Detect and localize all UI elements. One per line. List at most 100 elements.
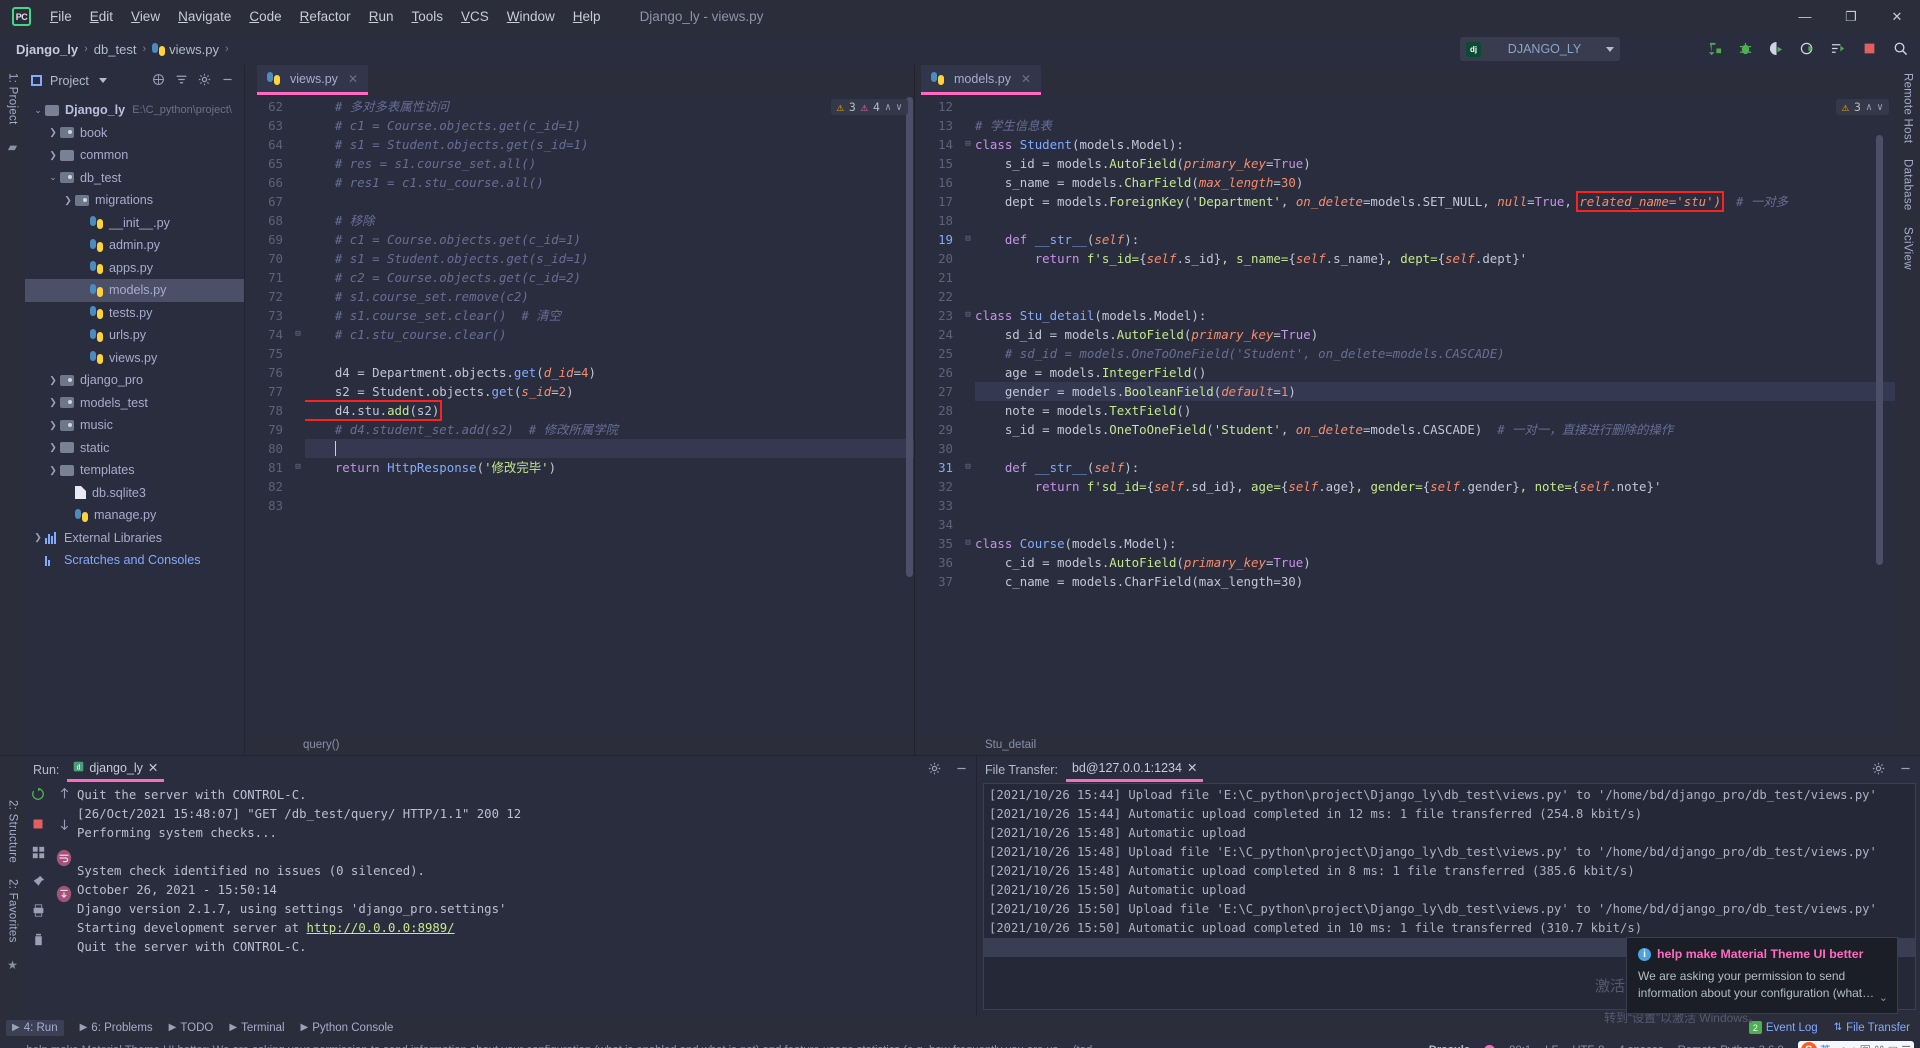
editor-scrollbar-right[interactable] (1876, 135, 1883, 565)
ime-mode[interactable]: 英 (1820, 1042, 1831, 1048)
fold-marker-icon[interactable]: ⊟ (291, 325, 305, 344)
ime-icon-5[interactable]: ⌘ (1874, 1044, 1885, 1048)
code-line[interactable]: class Course(models.Model): (975, 534, 1895, 553)
tool-button-event-log[interactable]: 2 Event Log (1748, 1021, 1818, 1034)
ime-icon-3[interactable]: ◑ (1850, 1044, 1857, 1048)
run-configuration-selector[interactable]: dj DJANGO_LY (1460, 37, 1620, 61)
debug-icon[interactable] (1735, 38, 1755, 58)
menu-refactor[interactable]: Refactor (291, 5, 360, 28)
tree-item-music[interactable]: ❯ music (25, 414, 244, 437)
run-icon[interactable] (1704, 38, 1724, 58)
close-icon[interactable]: ✕ (148, 760, 158, 775)
tree-item-common[interactable]: ❯ common (25, 144, 244, 167)
inspection-widget-left[interactable]: ⚠ 3 ⚠ 4 ∧ ∨ (830, 99, 908, 115)
status-interpreter[interactable]: Remote Python 3.6.9 (1678, 1044, 1784, 1048)
code-line[interactable]: # c2 = Course.objects.get(c_id=2) (305, 268, 914, 287)
run-with-parameters-icon[interactable] (1828, 38, 1848, 58)
hide-icon[interactable] (955, 762, 968, 778)
code-line[interactable]: class Student(models.Model): (975, 135, 1895, 154)
trash-icon[interactable] (32, 933, 45, 951)
code-line[interactable]: # s1.course_set.remove(c2) (305, 287, 914, 306)
fold-marker-icon[interactable]: ⊟ (291, 458, 305, 477)
star-icon[interactable]: ★ (7, 958, 18, 972)
hide-icon[interactable] (1899, 762, 1912, 778)
ime-icon-1[interactable]: · (1834, 1044, 1838, 1048)
tree-item-scratches-and-consoles[interactable]: Scratches and Consoles (25, 549, 244, 572)
code-line[interactable]: # s1 = Student.objects.get(s_id=1) (305, 135, 914, 154)
code-line[interactable]: # s1.course_set.clear() # 清空 (305, 306, 914, 325)
search-everywhere-icon[interactable] (1890, 38, 1910, 58)
status-message[interactable]: help make Material Theme UI better: We a… (26, 1044, 1106, 1048)
tree-item-static[interactable]: ❯ static (25, 437, 244, 460)
code-line[interactable]: # c1 = Course.objects.get(c_id=1) (305, 230, 914, 249)
tree-item-manage-py[interactable]: manage.py (25, 504, 244, 527)
chevron-down-icon[interactable]: ⌄ (46, 172, 60, 183)
tree-item-admin-py[interactable]: admin.py (25, 234, 244, 257)
inspection-widget-right[interactable]: ⚠ 3 ∧ ∨ (1835, 99, 1889, 115)
pin-icon[interactable] (32, 875, 45, 893)
menu-tools[interactable]: Tools (402, 5, 452, 28)
gear-icon[interactable] (1872, 762, 1885, 778)
chevron-right-icon[interactable]: ❯ (46, 442, 60, 453)
tool-window-button-structure[interactable]: 2: Structure (7, 756, 19, 871)
tool-window-button-remote-host[interactable]: Remote Host (1902, 65, 1914, 151)
code-line[interactable]: c_name = models.CharField(max_length=30) (975, 572, 1895, 591)
code-line[interactable]: note = models.TextField() (975, 401, 1895, 420)
code-content-right[interactable]: # 学生信息表 class Student(models.Model): s_id… (975, 95, 1895, 735)
code-line[interactable]: # d4.student_set.add(s2) # 修改所属学院 (305, 420, 914, 439)
code-line[interactable]: # sd_id = models.OneToOneField('Student'… (975, 344, 1895, 363)
tree-item-db-sqlite3[interactable]: db.sqlite3 (25, 482, 244, 505)
tool-window-button-favorites[interactable]: 2: Favorites (7, 871, 19, 951)
code-line[interactable]: return HttpResponse('修改完毕') (305, 458, 914, 477)
run-with-coverage-icon[interactable] (1766, 38, 1786, 58)
minimize-button[interactable]: — (1782, 0, 1828, 33)
breadcrumb-folder[interactable]: db_test (94, 42, 137, 57)
code-line[interactable]: s_id = models.AutoField(primary_key=True… (975, 154, 1895, 173)
tree-item-book[interactable]: ❯ book (25, 122, 244, 145)
tree-item-db-test[interactable]: ⌄ db_test (25, 167, 244, 190)
maximize-button[interactable]: ❐ (1828, 0, 1874, 33)
code-line[interactable]: d4.stu.add(s2) (305, 400, 914, 421)
tree-item-migrations[interactable]: ❯ migrations (25, 189, 244, 212)
ime-icon-7[interactable]: ☰ (1901, 1044, 1911, 1048)
ime-icon-4[interactable]: 图 (1860, 1042, 1871, 1048)
tool-button-todo[interactable]: ▶ TODO (169, 1022, 214, 1034)
chevron-right-icon[interactable]: ❯ (46, 150, 60, 161)
menu-view[interactable]: View (122, 5, 169, 28)
code-line[interactable]: dept = models.ForeignKey('Department', o… (975, 191, 1895, 212)
fold-marker-icon[interactable]: ⊟ (961, 458, 975, 477)
code-line[interactable]: d4 = Department.objects.get(d_id=4) (305, 363, 914, 382)
menu-file[interactable]: File (41, 5, 81, 28)
gear-icon[interactable] (928, 762, 941, 778)
code-line[interactable]: # res1 = c1.stu_course.all() (305, 173, 914, 192)
scroll-down-icon[interactable] (58, 818, 71, 836)
code-line[interactable] (975, 496, 1895, 515)
status-line-separator[interactable]: LF (1545, 1044, 1558, 1048)
project-tree[interactable]: ⌄ Django_ly E:\C_python\project\ ❯ book ❯ comm… (25, 96, 244, 755)
code-line[interactable]: s_name = models.CharField(max_length=30) (975, 173, 1895, 192)
code-line[interactable]: sd_id = models.AutoField(primary_key=Tru… (975, 325, 1895, 344)
breadcrumb-project[interactable]: Django_ly (16, 42, 78, 57)
profile-icon[interactable] (1797, 38, 1817, 58)
stop-icon[interactable] (32, 817, 44, 835)
tree-item-tests-py[interactable]: tests.py (25, 302, 244, 325)
print-icon[interactable] (32, 904, 45, 922)
code-line[interactable]: # res = s1.course_set.all() (305, 154, 914, 173)
menu-help[interactable]: Help (564, 5, 610, 28)
code-line[interactable]: def __str__(self): (975, 458, 1895, 477)
code-line[interactable]: def __str__(self): (975, 230, 1895, 249)
code-line[interactable] (305, 439, 914, 458)
chevron-up-icon[interactable]: ∧ (885, 102, 891, 113)
notification-balloon[interactable]: i help make Material Theme UI better We … (1626, 937, 1898, 1014)
code-line[interactable] (305, 192, 914, 211)
code-line[interactable]: # c1 = Course.objects.get(c_id=1) (305, 116, 914, 135)
stop-icon[interactable] (1859, 38, 1879, 58)
soft-wrap-icon[interactable] (55, 849, 73, 872)
fold-marker-icon[interactable]: ⊟ (961, 230, 975, 249)
chevron-right-icon[interactable]: ❯ (46, 465, 60, 476)
code-editor-views[interactable]: ⚠ 3 ⚠ 4 ∧ ∨ 62 63 64 65 66 67 68 69 70 71 72 73 74 75… (245, 95, 914, 735)
code-line[interactable]: # s1 = Student.objects.get(s_id=1) (305, 249, 914, 268)
chevron-right-icon[interactable]: ❯ (46, 375, 60, 386)
console-link[interactable]: http://0.0.0.0:8989/ (307, 921, 455, 935)
code-line[interactable]: # c1.stu_course.clear() (305, 325, 914, 344)
